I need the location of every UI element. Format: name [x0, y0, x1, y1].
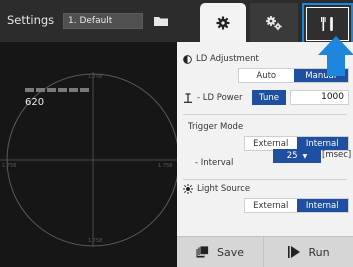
divider [183, 179, 347, 180]
arrow-up-icon [318, 36, 353, 76]
light-source-internal[interactable]: Internal [296, 199, 348, 212]
run-icon [288, 246, 301, 258]
open-folder-button[interactable] [148, 11, 174, 31]
signal-level-bar [25, 88, 89, 92]
run-label: Run [308, 245, 330, 259]
ld-adjustment-auto[interactable]: Auto [239, 69, 294, 82]
top-bar: Settings 1. Default [0, 0, 353, 43]
interval-select[interactable]: 25 ▼ [273, 149, 321, 163]
ld-power-heading: - LD Power [183, 93, 242, 103]
signal-value: 620 [25, 97, 45, 108]
sun-icon [183, 184, 193, 194]
chevron-down-icon: ▼ [302, 152, 308, 160]
trigger-mode-heading: Trigger Mode [188, 122, 243, 132]
folder-icon [154, 17, 168, 26]
save-button[interactable]: Save [177, 237, 264, 267]
profile-select[interactable]: 1. Default [63, 13, 143, 29]
ld-adjustment-label: LD Adjustment [196, 54, 259, 64]
contrast-icon [183, 54, 192, 64]
axis-label-top: 1.758 [88, 74, 103, 80]
ld-adjustment-heading: LD Adjustment [183, 54, 259, 64]
run-button[interactable]: Run [265, 237, 353, 267]
save-label: Save [216, 245, 244, 259]
light-source-toggle[interactable]: External Internal [244, 198, 349, 213]
settings-title: Settings [7, 13, 55, 27]
app-window: Settings 1. Default 620 1.758 1.758 1.75… [0, 0, 353, 267]
interval-label: - Interval [195, 158, 234, 168]
tab-advanced[interactable] [250, 3, 298, 43]
save-icon [196, 246, 209, 258]
tab-settings[interactable] [200, 3, 246, 43]
divider [183, 114, 347, 115]
gear-icon [216, 16, 230, 30]
interval-unit: [msec] [322, 150, 352, 160]
gears-icon [266, 16, 282, 31]
action-bar: Save Run [177, 236, 353, 267]
axis-label-left: 1.758 [2, 163, 17, 169]
interval-heading: - Interval [195, 158, 233, 168]
tune-button[interactable]: Tune [252, 90, 286, 105]
trigger-mode-label: Trigger Mode [188, 122, 244, 132]
laser-power-icon [184, 93, 192, 103]
interval-value: 25 [286, 151, 298, 161]
light-source-external[interactable]: External [245, 199, 297, 212]
light-source-label: Light Source [197, 184, 251, 194]
light-source-heading: Light Source [183, 184, 250, 194]
axis-label-right: 1.758 [158, 163, 173, 169]
ld-power-input[interactable]: 1000 [290, 90, 349, 105]
axis-label-bottom: 1.758 [88, 238, 103, 244]
ld-power-label: - LD Power [197, 93, 243, 103]
waveform-viewer: 620 1.758 1.758 1.758 1.758 [0, 42, 177, 267]
